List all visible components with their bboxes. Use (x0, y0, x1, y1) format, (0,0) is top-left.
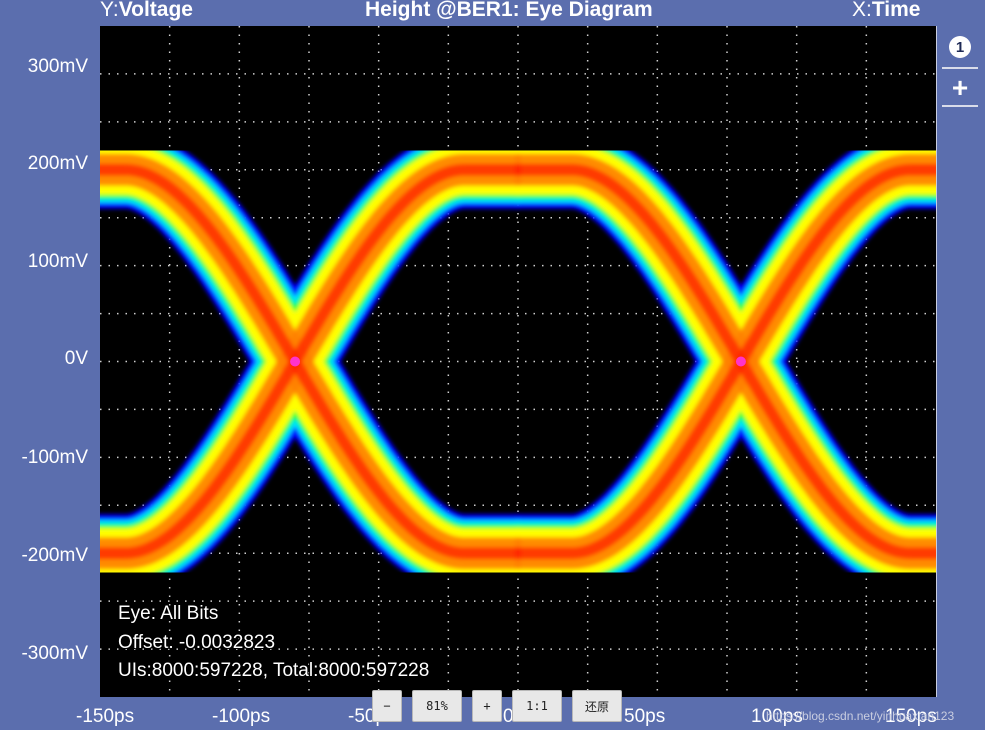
chart-title: Height @BER1: Eye Diagram (365, 0, 653, 21)
plot-area[interactable] (100, 26, 937, 697)
y-tick-label: -200mV (21, 545, 88, 566)
actual-size-button[interactable]: 1:1 (512, 690, 562, 722)
plus-icon: + (951, 72, 969, 103)
uis-annotation: UIs:8000:597228, Total:8000:597228 (118, 660, 430, 681)
x-tick-label: -100ps (212, 706, 271, 727)
x-tick-label: 50ps (624, 706, 666, 727)
toolbar-divider (942, 67, 978, 69)
offset-annotation: Offset: -0.0032823 (118, 632, 276, 653)
y-tick-label: 200mV (27, 153, 88, 174)
grid (100, 26, 936, 697)
y-tick-label: 0V (64, 348, 88, 369)
y-axis-title: Y:Voltage (100, 0, 193, 21)
eye-density-band (100, 153, 936, 570)
zoom-in-button[interactable]: + (472, 690, 502, 722)
trace-number-icon: 1 (949, 36, 971, 58)
image-zoom-toolbar: − 81% + 1:1 还原 (372, 690, 622, 724)
y-tick-label: 100mV (27, 251, 88, 272)
zoom-level: 81% (412, 690, 462, 722)
restore-button[interactable]: 还原 (572, 690, 622, 722)
crossing-point-marker (290, 356, 301, 367)
watermark-text: https://blog.csdn.net/yinhuaxian123 (766, 709, 955, 723)
zoom-out-button[interactable]: − (372, 690, 402, 722)
eye-diagram (100, 26, 936, 697)
x-axis-title: X:Time (852, 0, 921, 21)
eye-annotation: Eye: All Bits (118, 603, 219, 624)
crossing-point-marker (735, 356, 746, 367)
add-trace-button[interactable]: + (942, 71, 978, 105)
y-tick-label: -100mV (21, 447, 88, 468)
y-tick-label: -300mV (21, 643, 88, 664)
toolbar-divider (942, 105, 978, 107)
y-tick-label: 300mV (27, 56, 88, 77)
x-tick-label: -150ps (76, 706, 135, 727)
trace-1-badge-button[interactable]: 1 (942, 30, 978, 64)
